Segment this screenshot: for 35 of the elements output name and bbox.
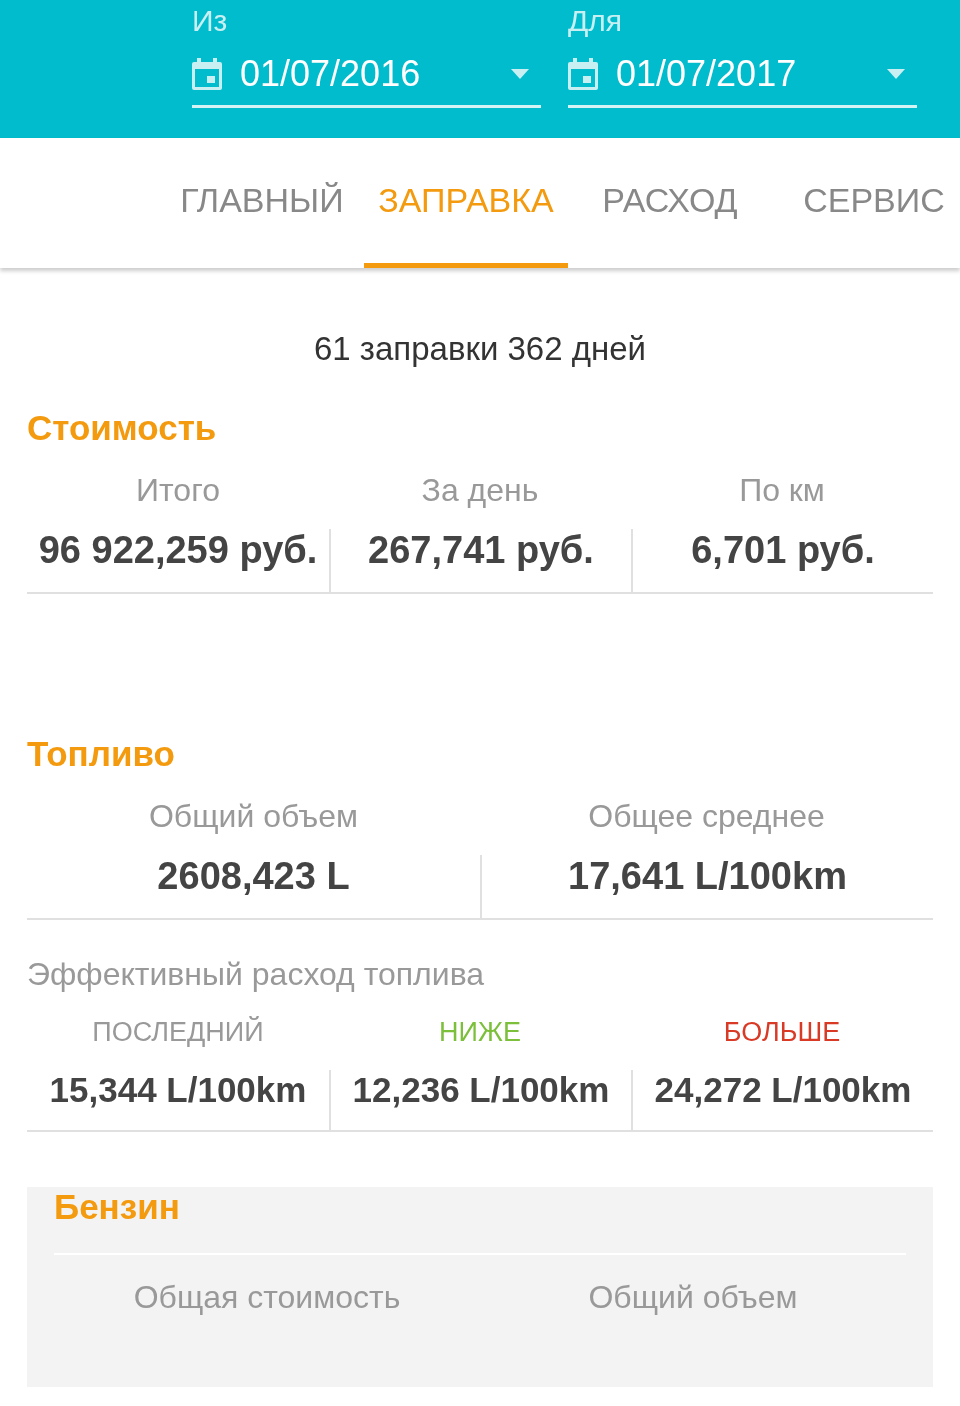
calendar-icon xyxy=(568,57,598,90)
card-title: Бензин xyxy=(54,1187,181,1227)
stat-label: Общий объем xyxy=(587,1279,799,1316)
calendar-icon xyxy=(192,57,222,90)
section-title: Топливо xyxy=(27,734,176,774)
stat-label: За день xyxy=(421,472,539,509)
stat-value: 2608,423 L xyxy=(156,855,351,899)
tab[interactable]: ГЛАВНЫЙ xyxy=(160,138,364,268)
stat-label: Итого xyxy=(136,472,220,509)
dropdown-caret-icon xyxy=(511,68,529,79)
stat-label: БОЛЬШЕ xyxy=(723,1017,841,1048)
stat-label: Общее среднее xyxy=(588,798,825,835)
stat-value: 6,701 руб. xyxy=(631,529,933,592)
stat-value: 96 922,259 руб. xyxy=(37,529,319,573)
dropdown-caret-icon xyxy=(887,68,905,79)
stat-label: Общая стоимость xyxy=(132,1279,402,1316)
date-dropdown[interactable]: 01/07/2017 xyxy=(568,42,917,108)
tab[interactable]: РАСХОД xyxy=(568,138,772,268)
summary-text: 61 заправки 362 дней xyxy=(313,330,647,368)
section-title: Стоимость xyxy=(27,408,218,448)
date-label: Из xyxy=(192,4,229,39)
stat-label: По км xyxy=(739,472,825,509)
date-dropdown[interactable]: 01/07/2016 xyxy=(192,42,541,108)
tab[interactable]: СЕРВИС xyxy=(772,138,960,268)
stat-label: ПОСЛЕДНИЙ xyxy=(92,1017,264,1048)
stat-value: 12,236 L/100km xyxy=(329,1070,631,1130)
stat-value: 24,272 L/100km xyxy=(631,1070,933,1130)
subsection-title: Эффективный расход топлива xyxy=(27,956,486,993)
stat-value: 267,741 руб. xyxy=(329,529,631,592)
stat-label: Общий объем xyxy=(148,798,358,835)
stat-value: 15,344 L/100km xyxy=(48,1070,308,1111)
tab[interactable]: ЗАПРАВКА xyxy=(364,138,568,268)
stat-label: НИЖЕ xyxy=(439,1017,521,1048)
stat-value: 17,641 L/100km xyxy=(480,855,933,918)
date-label: Для xyxy=(568,4,624,39)
